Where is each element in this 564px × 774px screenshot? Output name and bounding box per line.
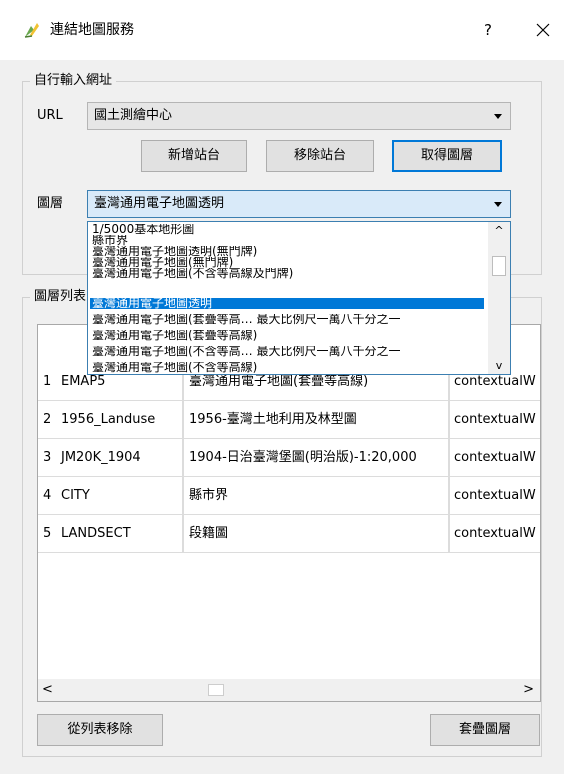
remove-site-button[interactable]: 移除站台 [266,140,374,172]
layer-id-cell: CITY [55,477,183,515]
scroll-left-icon[interactable]: < [42,679,53,701]
dropdown-option[interactable]: 臺灣通用電子地圖(無門牌) [90,257,484,268]
layer-id-cell: JM20K_1904 [55,439,183,477]
add-site-button[interactable]: 新增站台 [141,140,247,172]
dropdown-option[interactable]: 1/5000基本地形圖 [90,224,484,235]
help-button[interactable]: ? [470,16,506,44]
layer-url-cell: contextualW [454,450,536,465]
layer-name-cell: 縣市界 [183,477,449,515]
scroll-down-icon[interactable]: v [488,359,510,372]
layer-id-cell: LANDSECT [55,515,183,553]
table-row[interactable]: 4 CITY 縣市界 contextualW [38,477,540,515]
layer-dropdown-list[interactable]: 1/5000基本地形圖 縣市界 臺灣通用電子地圖透明(無門牌) 臺灣通用電子地圖… [87,221,511,375]
dropdown-option[interactable]: 臺灣通用電子地圖(套疊等高… 最大比例尺一萬八千分之一 [90,314,484,325]
dropdown-option[interactable]: 縣市界 [90,235,484,246]
layer-list-group-title: 圖層列表 [30,289,91,305]
layer-url-cell: contextualW [454,488,536,503]
title-bar: 連結地圖服務 ? [0,0,564,60]
chevron-down-icon [494,114,502,119]
layer-id-cell: 1956_Landuse [55,401,183,439]
layer-url-cell: contextualW [454,526,536,541]
close-icon[interactable] [525,16,561,44]
overlay-layers-button[interactable]: 套疊圖層 [430,714,540,746]
dropdown-option[interactable]: 臺灣通用電子地圖(套疊等高線) [90,330,484,341]
layer-url-cell: contextualW [454,412,536,427]
window-title: 連結地圖服務 [50,22,134,38]
url-select-value: 國土測繪中心 [94,108,173,123]
scroll-right-icon[interactable]: > [523,679,534,701]
table-row[interactable]: 3 JM20K_1904 1904-日治臺灣堡圖(明治版)-1:20,000 c… [38,439,540,477]
dropdown-option[interactable]: 臺灣通用電子地圖透明(無門牌) [90,246,484,257]
table-row[interactable]: 5 LANDSECT 段籍圖 contextualW [38,515,540,553]
custom-url-group-title: 自行輸入網址 [30,73,117,89]
layer-name-cell: 1956-臺灣土地利用及林型圖 [183,401,449,439]
dropdown-option[interactable]: 臺灣通用電子地圖(不含等高線) [90,362,484,373]
layer-select[interactable]: 臺灣通用電子地圖透明 [87,190,511,218]
chevron-down-icon [494,202,502,207]
url-label: URL [37,108,63,123]
get-layers-button[interactable]: 取得圖層 [392,140,502,172]
url-select[interactable]: 國土測繪中心 [87,102,511,130]
dropdown-option[interactable]: 臺灣通用電子地圖(不含等高線及門牌) [90,268,484,279]
layer-table[interactable]: url 1 EMAP5 臺灣通用電子地圖(套疊等高線) contextualW … [37,324,541,702]
scrollbar-thumb[interactable] [492,256,506,276]
scroll-up-icon[interactable]: ^ [488,224,510,237]
app-icon [24,23,39,38]
table-header-url[interactable]: url [540,345,541,360]
dropdown-option[interactable]: 臺灣通用電子地圖(不含等高… 最大比例尺一萬八千分之一 [90,346,484,357]
table-row[interactable]: 2 1956_Landuse 1956-臺灣土地利用及林型圖 contextua… [38,401,540,439]
layer-name-cell: 段籍圖 [183,515,449,553]
scrollbar-thumb[interactable] [208,684,224,696]
layer-label: 圖層 [37,196,64,211]
layer-name-cell: 1904-日治臺灣堡圖(明治版)-1:20,000 [183,439,449,477]
dropdown-scrollbar[interactable]: ^ v [488,222,510,374]
layer-select-value: 臺灣通用電子地圖透明 [94,196,225,211]
horizontal-scrollbar[interactable]: < > [38,679,540,701]
remove-from-list-button[interactable]: 從列表移除 [37,714,163,746]
dropdown-option-selected[interactable]: 臺灣通用電子地圖透明 [90,298,484,309]
